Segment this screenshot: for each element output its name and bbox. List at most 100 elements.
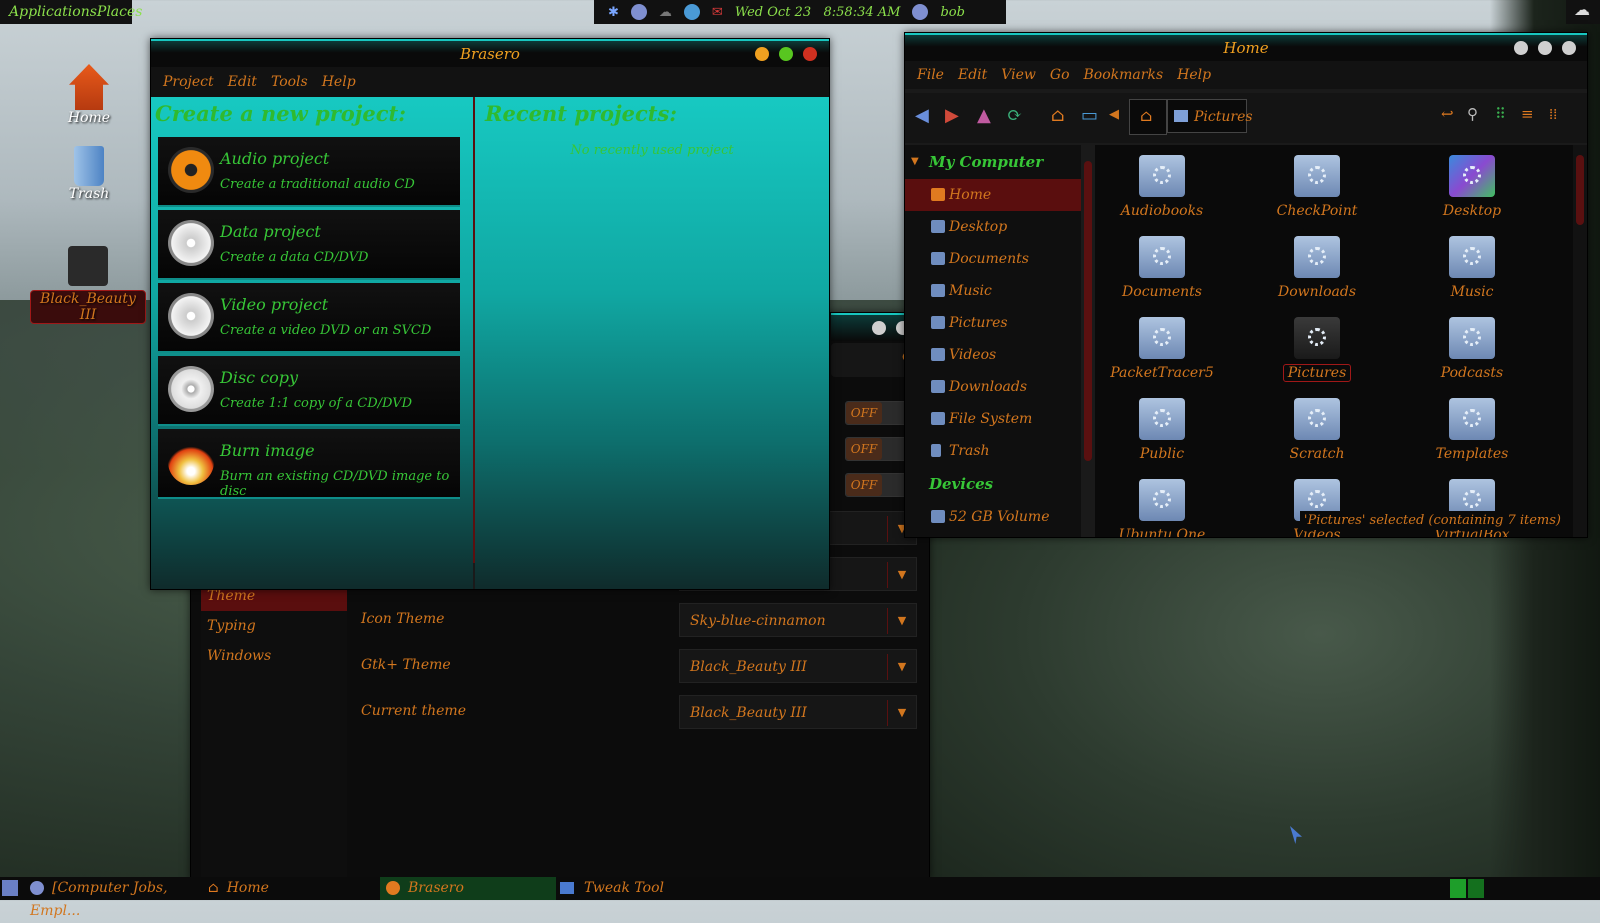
network-icon[interactable] <box>630 4 647 20</box>
mail-icon[interactable]: ✉ <box>712 5 723 20</box>
brasero-menubar: Project Edit Tools Help <box>151 67 829 97</box>
task-tweak-tool[interactable]: Tweak Tool <box>560 877 740 900</box>
sidebar-item-videos[interactable]: Videos <box>905 339 1081 371</box>
brasero-titlebar[interactable]: Brasero <box>151 39 829 67</box>
video-project-button[interactable]: Video project Create a video DVD or an S… <box>158 283 460 353</box>
sidebar-scrollbar[interactable] <box>1081 145 1095 537</box>
update-icon[interactable] <box>683 4 700 20</box>
path-left-icon[interactable]: ◀ <box>1109 107 1119 122</box>
sidebar-item-windows[interactable]: Windows <box>201 641 347 671</box>
computer-icon[interactable]: ▭ <box>1081 105 1098 126</box>
home-icon[interactable]: ⌂ <box>1051 105 1065 126</box>
close-button[interactable] <box>1562 41 1576 55</box>
burn-image-button[interactable]: Burn image Burn an existing CD/DVD image… <box>158 429 460 499</box>
applications-menu[interactable]: ApplicationsPlaces <box>9 4 142 20</box>
menu-file[interactable]: File <box>917 67 944 83</box>
menu-project[interactable]: Project <box>163 74 214 90</box>
minimize-button[interactable] <box>755 47 769 61</box>
sidebar-item-pictures[interactable]: Pictures <box>905 307 1081 339</box>
maximize-button[interactable] <box>1538 41 1552 55</box>
menu-help[interactable]: Help <box>1177 67 1211 83</box>
desktop-home-icon[interactable]: Home <box>44 64 134 126</box>
menu-edit[interactable]: Edit <box>228 74 257 90</box>
task-browser[interactable]: [Computer Jobs, Empl... <box>30 877 202 919</box>
folder-item[interactable]: Desktop <box>1417 155 1527 219</box>
scroll-thumb[interactable] <box>1576 155 1584 225</box>
back-icon[interactable]: ◀ <box>915 105 929 126</box>
sidebar-header[interactable]: ▼ My Computer <box>905 145 1081 179</box>
weather-icon[interactable]: ☁ <box>659 5 672 20</box>
audio-project-button[interactable]: Audio project Create a traditional audio… <box>158 137 460 207</box>
clock[interactable]: Wed Oct 23 8:58:34 AM <box>735 5 901 20</box>
user-name[interactable]: bob <box>940 5 964 20</box>
folder-item[interactable]: Ubuntu One <box>1107 479 1217 537</box>
workspace-2[interactable] <box>1468 879 1484 898</box>
sidebar-item-desktop[interactable]: Desktop <box>905 211 1081 243</box>
file-manager-sidebar: ▼ My Computer Home Desktop Documents Mus… <box>905 145 1081 537</box>
folder-icon <box>931 348 945 361</box>
folder-item[interactable]: Templates <box>1417 398 1527 462</box>
top-panel-menu[interactable]: ApplicationsPlaces <box>0 0 142 24</box>
up-icon[interactable]: ▲ <box>977 105 991 126</box>
data-project-button[interactable]: Data project Create a data CD/DVD <box>158 210 460 280</box>
restore-icon[interactable]: ↩ <box>1441 105 1454 123</box>
close-button[interactable] <box>803 47 817 61</box>
cloud-icon[interactable]: ☁ <box>1574 0 1590 19</box>
forward-icon[interactable]: ▶ <box>945 105 959 126</box>
breadcrumb-home[interactable]: ⌂ <box>1129 99 1167 135</box>
icon-view-icon[interactable]: ⠿ <box>1495 105 1506 123</box>
show-desktop-icon[interactable] <box>2 880 18 896</box>
disc-copy-button[interactable]: Disc copy Create 1:1 copy of a CD/DVD <box>158 356 460 426</box>
workspace-1[interactable] <box>1450 879 1466 898</box>
sidebar-item-documents[interactable]: Documents <box>905 243 1081 275</box>
reload-icon[interactable]: ⟳ <box>1007 105 1022 126</box>
menu-edit[interactable]: Edit <box>958 67 987 83</box>
desktop-trash-icon[interactable]: Trash <box>44 146 134 202</box>
task-home[interactable]: ⌂ Home <box>208 877 378 900</box>
folder-item[interactable]: Audiobooks <box>1107 155 1217 219</box>
folder-item-selected[interactable]: Pictures <box>1262 317 1372 382</box>
desktop-theme-folder[interactable]: Black_Beauty III <box>30 246 146 324</box>
folder-item[interactable]: Public <box>1107 398 1217 462</box>
zoom-icon[interactable]: ⚲ <box>1467 105 1478 123</box>
menu-help[interactable]: Help <box>322 74 356 90</box>
task-brasero[interactable]: Brasero <box>380 877 556 900</box>
menu-view[interactable]: View <box>1001 67 1036 83</box>
list-view-icon[interactable]: ≡ <box>1521 105 1534 123</box>
top-panel-right[interactable]: ☁ <box>1566 0 1600 24</box>
breadcrumb[interactable]: Pictures <box>1167 99 1253 133</box>
sidebar-item-home[interactable]: Home <box>905 179 1081 211</box>
menu-bookmarks[interactable]: Bookmarks <box>1084 67 1164 83</box>
sidebar-item-downloads[interactable]: Downloads <box>905 371 1081 403</box>
menu-go[interactable]: Go <box>1050 67 1070 83</box>
folder-item[interactable]: Documents <box>1107 236 1217 300</box>
chevron-down-icon: ▼ <box>887 700 916 726</box>
folder-item[interactable]: CheckPoint <box>1262 155 1372 219</box>
gtk-theme-combo[interactable]: Black_Beauty III ▼ <box>679 649 917 683</box>
sidebar-item-volume[interactable]: 52 GB Volume <box>905 501 1081 533</box>
file-label: Documents <box>1122 284 1202 300</box>
folder-item[interactable]: Scratch <box>1262 398 1372 462</box>
sidebar-item-file-system[interactable]: File System <box>905 403 1081 435</box>
current-theme-combo[interactable]: Black_Beauty III ▼ <box>679 695 917 729</box>
maximize-button[interactable] <box>779 47 793 61</box>
folder-item[interactable]: Music <box>1417 236 1527 300</box>
file-manager-titlebar[interactable]: Home <box>905 33 1587 61</box>
sidebar-item-music[interactable]: Music <box>905 275 1081 307</box>
grid-scrollbar[interactable] <box>1573 145 1587 537</box>
icon-theme-combo[interactable]: Sky-blue-cinnamon ▼ <box>679 603 917 637</box>
window-title: Brasero <box>460 45 520 63</box>
compact-view-icon[interactable]: ⁞⁞ <box>1549 105 1557 124</box>
menu-tools[interactable]: Tools <box>271 74 308 90</box>
devices-header[interactable]: Devices <box>905 467 1081 501</box>
minimize-button[interactable] <box>872 321 886 335</box>
folder-item[interactable]: Podcasts <box>1417 317 1527 381</box>
workspace-switcher[interactable] <box>1450 879 1484 898</box>
minimize-button[interactable] <box>1514 41 1528 55</box>
sidebar-item-trash[interactable]: Trash <box>905 435 1081 467</box>
bluetooth-icon[interactable]: ✱ <box>608 5 619 20</box>
sidebar-item-typing[interactable]: Typing <box>201 611 347 641</box>
folder-item[interactable]: Downloads <box>1262 236 1372 300</box>
folder-item[interactable]: PacketTracer5 <box>1107 317 1217 381</box>
scroll-thumb[interactable] <box>1084 161 1092 461</box>
